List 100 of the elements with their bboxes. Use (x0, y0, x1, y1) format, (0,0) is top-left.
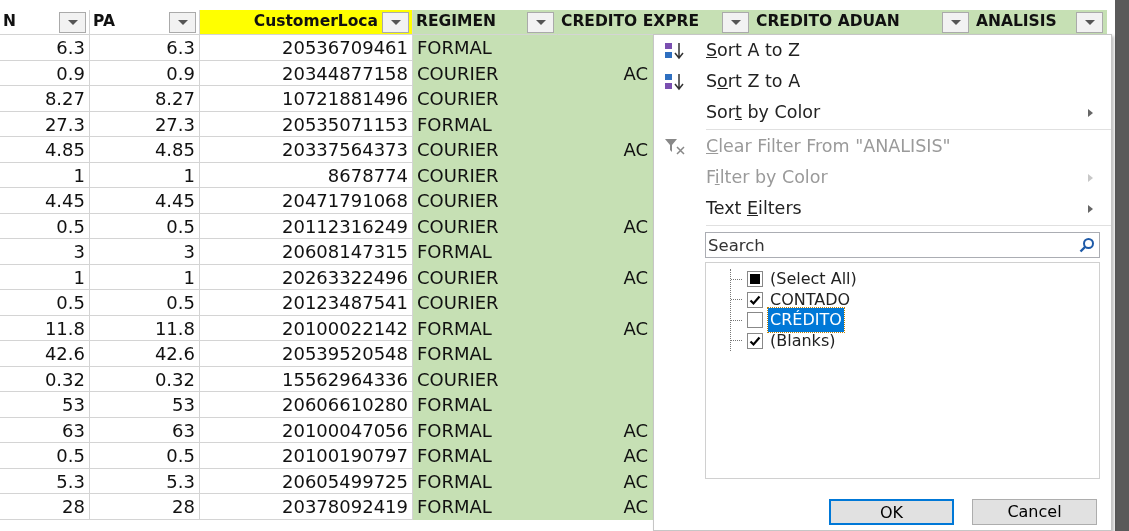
table-cell: FORMAL (413, 111, 558, 137)
header-label: REGIMEN (416, 11, 497, 33)
table-cell: 1 (90, 162, 200, 188)
table-cell: FORMAL (413, 417, 558, 443)
table-cell: FORMAL (413, 443, 558, 469)
table-cell: 0.5 (0, 290, 90, 316)
table-cell: COURIER (413, 213, 558, 239)
table-cell: 1 (90, 264, 200, 290)
table-cell: 20100190797 (200, 443, 413, 469)
checkbox[interactable] (747, 332, 763, 349)
filter-dropdown-button[interactable] (527, 11, 554, 33)
table-cell: 3 (0, 239, 90, 265)
filter-dropdown-button[interactable] (942, 11, 969, 33)
ok-button[interactable]: OK (829, 499, 954, 525)
table-cell: 42.6 (0, 341, 90, 367)
filter-dropdown-button[interactable] (169, 11, 196, 33)
table-cell: 28 (90, 494, 200, 520)
table-cell: 0.9 (90, 60, 200, 86)
table-cell: FORMAL (413, 35, 558, 61)
table-cell: 53 (0, 392, 90, 418)
filter-dropdown-button[interactable] (382, 11, 409, 33)
search-icon (1079, 237, 1095, 253)
cancel-button[interactable]: Cancel (972, 499, 1097, 525)
table-cell: COURIER (413, 290, 558, 316)
table-cell: 8.27 (90, 86, 200, 112)
table-cell: 0.32 (0, 366, 90, 392)
table-cell: 28 (0, 494, 90, 520)
checkbox[interactable] (747, 312, 763, 329)
header-label: CREDITO EXPRE (561, 11, 701, 33)
filter-value-label[interactable]: (Select All) (768, 267, 859, 292)
table-cell: 0.5 (90, 213, 200, 239)
table-cell: 20337564373 (200, 137, 413, 163)
table-cell: 0.32 (90, 366, 200, 392)
table-cell: 20344877158 (200, 60, 413, 86)
table-cell: 1 (0, 162, 90, 188)
table-cell: 11.8 (90, 315, 200, 341)
header-label: PA (93, 11, 116, 33)
table-cell: COURIER (413, 137, 558, 163)
table-cell: 5.3 (90, 468, 200, 494)
scrollbar[interactable] (1115, 0, 1129, 531)
table-cell: 20535071153 (200, 111, 413, 137)
table-cell: 4.85 (90, 137, 200, 163)
header-label: CREDITO ADUAN (756, 11, 901, 33)
table-cell: COURIER (413, 188, 558, 214)
table-cell: 20100047056 (200, 417, 413, 443)
table-cell: 8.27 (0, 86, 90, 112)
filter-dropdown-button[interactable] (722, 11, 749, 33)
table-cell: FORMAL (413, 315, 558, 341)
table-cell: 20123487541 (200, 290, 413, 316)
table-cell: 15562964336 (200, 366, 413, 392)
table-cell: 5.3 (0, 468, 90, 494)
table-cell: FORMAL (413, 341, 558, 367)
table-cell: 4.45 (0, 188, 90, 214)
table-cell: 11.8 (0, 315, 90, 341)
table-cell: COURIER (413, 366, 558, 392)
table-cell: COURIER (413, 60, 558, 86)
checkbox[interactable] (747, 271, 763, 288)
header-label: ANALISIS (976, 11, 1058, 33)
header-label: N (3, 11, 17, 33)
table-cell: FORMAL (413, 239, 558, 265)
table-cell: 6.3 (0, 35, 90, 61)
table-cell: 4.85 (0, 137, 90, 163)
table-cell: 20605499725 (200, 468, 413, 494)
table-cell: 0.5 (0, 443, 90, 469)
table-cell: 1 (0, 264, 90, 290)
table-cell: 27.3 (0, 111, 90, 137)
table-cell: 20608147315 (200, 239, 413, 265)
table-cell: COURIER (413, 264, 558, 290)
table-cell: 6.3 (90, 35, 200, 61)
table-cell: 27.3 (90, 111, 200, 137)
table-cell: 20606610280 (200, 392, 413, 418)
table-cell: 42.6 (90, 341, 200, 367)
table-cell: 20378092419 (200, 494, 413, 520)
filter-dropdown-button[interactable] (1076, 11, 1103, 33)
table-cell: 53 (90, 392, 200, 418)
table-cell: 63 (90, 417, 200, 443)
table-cell: 20100022142 (200, 315, 413, 341)
filter-dropdown-button[interactable] (59, 11, 86, 33)
table-cell: 63 (0, 417, 90, 443)
search-field[interactable]: Search (705, 232, 1100, 258)
table-cell: 4.45 (90, 188, 200, 214)
filter-value-label[interactable]: CRÉDITO (768, 308, 844, 333)
table-cell: FORMAL (413, 392, 558, 418)
checkbox[interactable] (747, 291, 763, 308)
table-cell: 20263322496 (200, 264, 413, 290)
table-cell: FORMAL (413, 494, 558, 520)
table-cell: 20471791068 (200, 188, 413, 214)
table-cell: 0.5 (90, 443, 200, 469)
menu-item[interactable]: Sort by Color (654, 97, 1111, 128)
table-cell: 20539520548 (200, 341, 413, 367)
header-label: CustomerLoca (252, 11, 378, 33)
table-cell: COURIER (413, 162, 558, 188)
table-cell: FORMAL (413, 468, 558, 494)
table-cell: 3 (90, 239, 200, 265)
table-cell: 20112316249 (200, 213, 413, 239)
table-cell: 10721881496 (200, 86, 413, 112)
table-cell: COURIER (413, 86, 558, 112)
table-cell: 8678774 (200, 162, 413, 188)
table-cell: 20536709461 (200, 35, 413, 61)
table-cell: 0.5 (0, 213, 90, 239)
